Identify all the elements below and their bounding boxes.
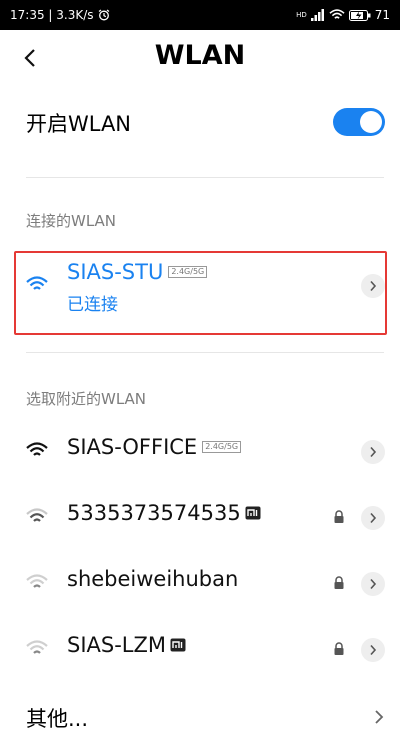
page-title: WLAN (154, 40, 246, 71)
network-type-tag: HD (296, 10, 307, 19)
battery-charging-icon (348, 9, 371, 21)
network-name: SIAS-OFFICE (67, 435, 198, 459)
status-wifi-icon (329, 9, 345, 19)
divider (26, 177, 384, 178)
chevron-right-icon (370, 512, 377, 524)
chevron-right-icon (370, 280, 377, 292)
mi-router-icon (170, 638, 186, 652)
wifi-signal-low-icon (26, 640, 48, 654)
app-header: WLAN (0, 30, 400, 86)
wifi-signal-low-icon (26, 574, 48, 588)
network-details-button[interactable] (361, 638, 385, 662)
network-row-5335373574535[interactable]: 5335373574535 (0, 484, 400, 550)
connected-network-name: SIAS-STU (67, 260, 164, 284)
network-details-button[interactable] (361, 572, 385, 596)
nearby-section-header: 选取附近的WLAN (26, 390, 147, 408)
chevron-right-icon (375, 710, 384, 724)
divider (26, 352, 384, 353)
connection-status: 已连接 (67, 295, 118, 315)
connected-section-header: 连接的WLAN (26, 212, 117, 230)
band-badge: 2.4G/5G (168, 266, 208, 278)
chevron-right-icon (370, 644, 377, 656)
lock-icon (334, 510, 344, 523)
other-network-label: 其他... (26, 707, 89, 731)
wlan-toggle-switch[interactable] (333, 108, 385, 136)
chevron-right-icon (370, 578, 377, 590)
network-row-shebeiweihuban[interactable]: shebeiweihuban (0, 550, 400, 616)
status-bar: 17:35 | 3.3K/s HD 71 (0, 0, 400, 30)
lock-icon (334, 576, 344, 589)
mi-router-icon (245, 506, 261, 520)
network-row-sias-office[interactable]: SIAS-OFFICE 2.4G/5G (0, 418, 400, 484)
band-badge: 2.4G/5G (202, 441, 242, 453)
signal-icon (310, 9, 324, 21)
chevron-right-icon (370, 446, 377, 458)
network-name: SIAS-LZM (67, 633, 167, 657)
alarm-icon (98, 9, 109, 21)
wifi-signal-full-icon (26, 276, 48, 290)
switch-knob (360, 111, 382, 133)
network-name: shebeiweihuban (67, 567, 239, 591)
wlan-toggle-label: 开启WLAN (26, 112, 132, 136)
network-name: 5335373574535 (67, 501, 241, 525)
wlan-toggle-row[interactable]: 开启WLAN (0, 100, 400, 144)
network-row-sias-lzm[interactable]: SIAS-LZM (0, 616, 400, 682)
network-details-button[interactable] (361, 274, 385, 298)
wifi-signal-full-icon (26, 442, 48, 456)
network-details-button[interactable] (361, 440, 385, 464)
lock-icon (334, 642, 344, 655)
status-time-speed: 17:35 | 3.3K/s (10, 8, 94, 22)
other-network-row[interactable]: 其他... (0, 696, 400, 740)
battery-percent: 71 (374, 8, 390, 22)
network-details-button[interactable] (361, 506, 385, 530)
wifi-signal-medium-icon (26, 508, 48, 522)
